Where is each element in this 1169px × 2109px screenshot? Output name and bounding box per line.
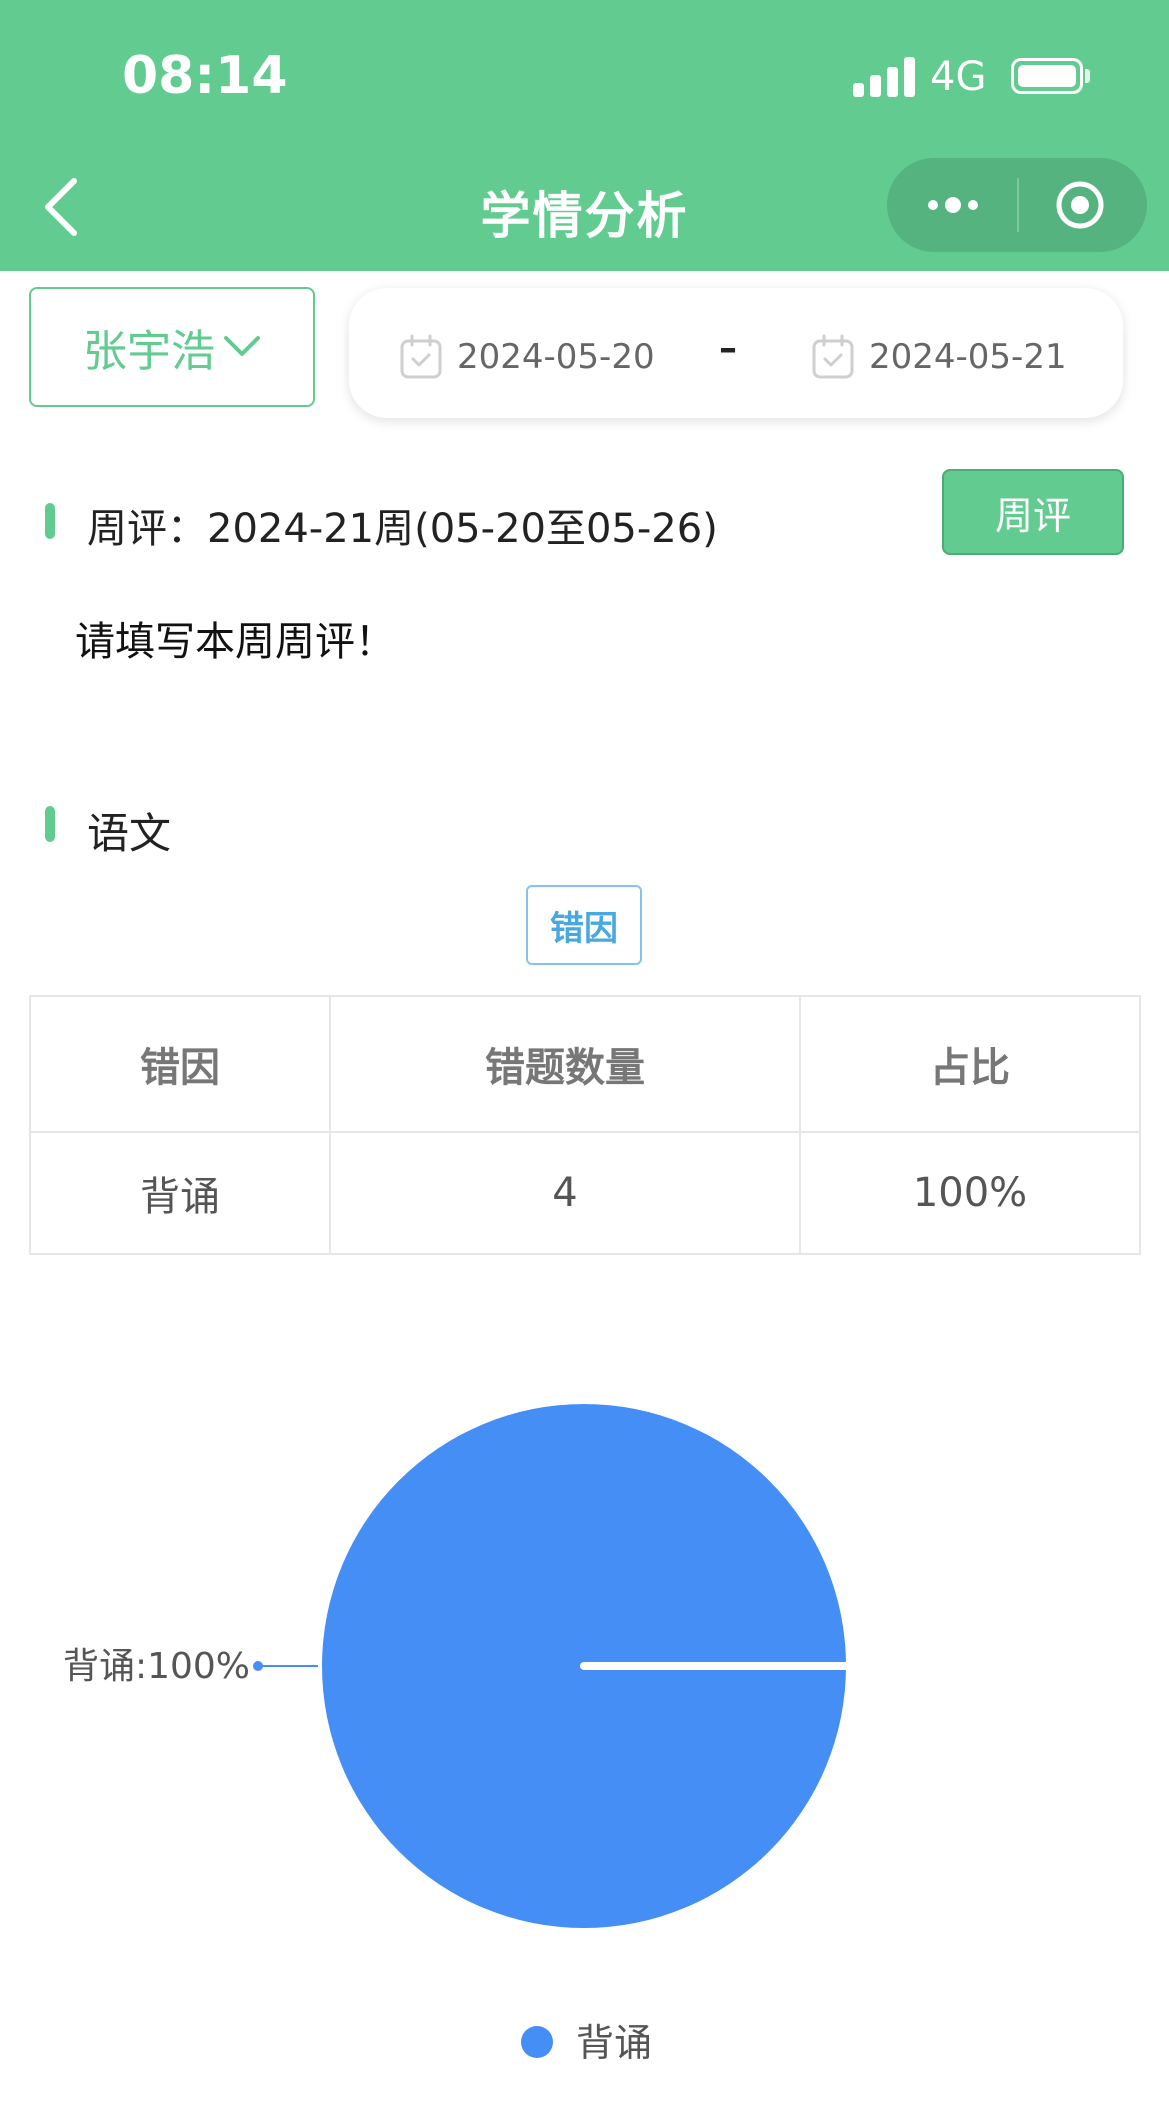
error-cause-tab[interactable]: 错因: [526, 885, 642, 965]
column-header: 错题数量: [329, 995, 801, 1133]
signal-icon: [853, 57, 915, 97]
table-cell: 100%: [799, 1131, 1141, 1255]
section-marker: [45, 806, 55, 842]
calendar-icon: [400, 334, 442, 379]
date-separator: –: [719, 328, 737, 369]
table-header-row: 错因 错题数量 占比: [29, 995, 1141, 1133]
close-target-icon[interactable]: [1055, 180, 1105, 230]
label-leader-dot: [253, 1661, 263, 1671]
weekly-review-button[interactable]: 周评: [942, 469, 1124, 555]
section-marker: [45, 503, 55, 539]
capsule-divider: [1017, 178, 1019, 232]
calendar-icon: [812, 334, 854, 379]
battery-cap: [1085, 69, 1090, 83]
mini-program-capsule: [887, 158, 1147, 252]
legend-label: 背诵: [576, 2021, 652, 2065]
table-row: 背诵 4 100%: [29, 1131, 1141, 1255]
column-header: 错因: [29, 995, 331, 1133]
column-header: 占比: [799, 995, 1141, 1133]
date-range-picker: 2024-05-20 – 2024-05-21: [349, 288, 1123, 418]
subject-title: 语文: [87, 809, 172, 858]
end-date-picker[interactable]: 2024-05-21: [811, 334, 1067, 380]
start-date-picker[interactable]: 2024-05-20: [399, 334, 655, 380]
weekly-review-content: 请填写本周周评！: [75, 619, 395, 665]
battery-icon: [1011, 58, 1083, 94]
table-cell: 4: [329, 1131, 801, 1255]
status-time: 08:14: [122, 46, 288, 106]
student-select[interactable]: 张宇浩: [29, 287, 315, 407]
table-cell: 背诵: [29, 1131, 331, 1255]
pie-chart: 背诵:100% 背诵: [63, 1404, 850, 2065]
student-name: 张宇浩: [83, 326, 215, 377]
weekly-review-title: 周评：2024-21周(05-20至05-26): [87, 506, 718, 552]
network-type: 4G: [930, 54, 987, 100]
start-date: 2024-05-20: [457, 337, 655, 377]
more-icon[interactable]: [923, 180, 983, 230]
legend-marker: [521, 2026, 553, 2058]
error-cause-table: 错因 错题数量 占比 背诵 4 100%: [29, 995, 1141, 1255]
chevron-down-icon: [224, 336, 260, 356]
pie-data-label: 背诵:100%: [63, 1646, 250, 1687]
end-date: 2024-05-21: [869, 337, 1067, 377]
